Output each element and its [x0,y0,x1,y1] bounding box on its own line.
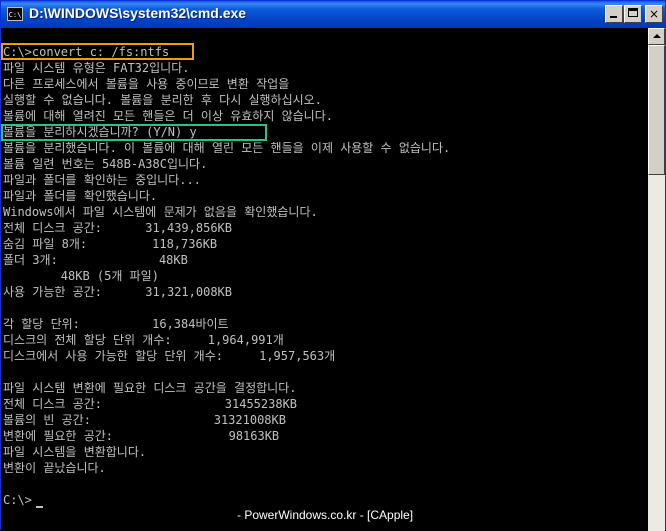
command-highlight-box [1,43,194,60]
console-line: 전체 디스크 공간: 31,439,856KB [3,221,232,235]
console-line: 디스크에서 사용 가능한 할당 단위 개수: 1,957,563개 [3,349,336,363]
console-line: 볼륨을 분리했습니다. 이 볼륨에 대해 열린 모든 핸들을 이제 사용할 수 … [3,141,451,155]
console-line: 폴더 3개: 48KB [3,253,188,267]
console-prompt[interactable]: C:\> [3,492,450,508]
maximize-button[interactable] [624,5,642,23]
arrow-up-icon [653,34,661,38]
console-line: 다른 프로세스에서 볼륨을 사용 중이므로 변환 작업을 [3,77,290,91]
console-output[interactable]: C:\>convert c: /fs:ntfs 파일 시스템 유형은 FAT32… [1,28,648,531]
scrollbar-thumb[interactable] [648,45,665,175]
cmd-window: C:\ D:\WINDOWS\system32\cmd.exe × C:\>co… [0,0,666,531]
console-line: 변환에 필요한 공간: 98163KB [3,429,280,443]
vertical-scrollbar[interactable] [648,28,665,531]
console-line: 파일 시스템을 변환합니다. [3,445,147,459]
minimize-icon [610,16,617,18]
console-line: 볼륨의 빈 공간: 31321008KB [3,413,286,427]
console-line: 볼륨에 대해 열려진 모든 핸들은 더 이상 유효하지 않습니다. [3,109,333,123]
console-app-icon[interactable]: C:\ [7,7,23,21]
console-line: 전체 디스크 공간: 31455238KB [3,397,298,411]
watermark-text: - PowerWindows.co.kr - [CApple] [237,508,414,522]
console-line: Windows에서 파일 시스템에 문제가 없음을 확인했습니다. [3,205,318,219]
console-line: 파일과 폴더를 확인했습니다. [3,189,158,203]
console-line: 디스크의 전체 할당 단위 개수: 1,964,991개 [3,333,284,347]
confirm-highlight-box [1,124,267,141]
console-line: 48KB (5개 파일) [3,269,159,283]
console-line: 파일 시스템 변환에 필요한 디스크 공간을 결정합니다. [3,381,297,395]
console-line: 파일 시스템 유형은 FAT32입니다. [3,61,190,75]
maximize-icon [628,8,638,17]
scroll-up-button[interactable] [648,28,665,45]
console-line: 각 할당 단위: 16,384바이트 [3,317,229,331]
console-line: 사용 가능한 공간: 31,321,008KB [3,285,232,299]
console-line: 실행할 수 없습니다. 볼륨을 분리한 후 다시 실행하십시오. [3,93,322,107]
text-cursor [36,506,43,508]
console-line: 숨김 파일 8개: 118,736KB [3,237,218,251]
minimize-button[interactable] [605,5,623,23]
console-line: 볼륨 일련 번호는 548B-A38C입니다. [3,157,208,171]
console-line: 변환이 끝났습니다. [3,461,106,475]
window-title: D:\WINDOWS\system32\cmd.exe [29,5,247,21]
close-button[interactable]: × [645,5,663,23]
title-bar[interactable]: C:\ D:\WINDOWS\system32\cmd.exe × [1,1,665,28]
console-lines: C:\>convert c: /fs:ntfs 파일 시스템 유형은 FAT32… [3,44,450,508]
console-line: 파일과 폴더를 확인하는 중입니다... [3,173,201,187]
